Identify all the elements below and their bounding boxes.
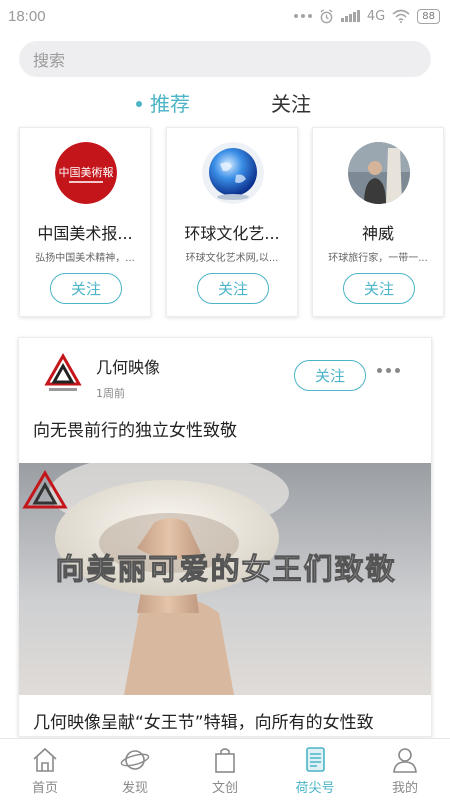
post-caption[interactable]: 几何映像呈献“女王节”特辑，向所有的女性致 [33, 708, 423, 733]
nav-mine[interactable]: 我的 [360, 739, 450, 800]
image-overlay-text: 向美丽可爱的女王们致敬 [55, 552, 396, 586]
battery-indicator: 88 [417, 8, 440, 24]
network-type: 4G [366, 8, 386, 24]
post-card[interactable]: 几何映像 1周前 关注 向无畏前行的独立女性致敬 向美丽可爱的女王们致敬 几何映… [18, 337, 432, 737]
signal-icon [340, 10, 360, 22]
bottom-nav: 首页 发现 文创 荷尖号 我的 [0, 738, 450, 800]
nav-label: 我的 [391, 781, 418, 796]
nav-home[interactable]: 首页 [0, 739, 90, 800]
more-options-icon[interactable] [377, 368, 400, 373]
follow-button[interactable]: 关注 [50, 273, 122, 304]
active-tab-indicator [136, 101, 142, 107]
nav-label: 荷尖号 [295, 781, 335, 796]
card-name: 中国美术报... [37, 224, 133, 243]
follow-button[interactable]: 关注 [197, 273, 269, 304]
home-icon [33, 747, 57, 772]
recommend-card[interactable]: 中国美術報 中国美术报... 弘扬中国美术精神，... 关注 [19, 127, 151, 317]
status-time: 18:00 [8, 7, 46, 25]
follow-button[interactable]: 关注 [343, 273, 415, 304]
author-name[interactable]: 几何映像 [96, 354, 160, 378]
card-name: 神威 [361, 224, 394, 243]
nav-label: 文创 [211, 781, 238, 796]
avatar-logo-text: 中国美術報 [59, 166, 114, 179]
status-bar: 18:00 4G 88 [0, 0, 450, 32]
card-description: 弘扬中国美术精神，... [35, 253, 135, 264]
post-title[interactable]: 向无畏前行的独立女性致敬 [33, 416, 237, 441]
post-time: 1周前 [96, 387, 125, 400]
avatar [348, 142, 410, 204]
document-icon [306, 747, 325, 772]
search-input[interactable]: 搜索 [19, 41, 431, 77]
wifi-icon [392, 9, 410, 23]
card-description: 环球旅行家，一带一... [328, 253, 428, 264]
planet-icon [120, 750, 150, 770]
avatar [202, 142, 264, 204]
more-notifications-icon [293, 14, 312, 18]
follow-button[interactable]: 关注 [294, 360, 366, 391]
nav-hejianhao[interactable]: 荷尖号 [270, 739, 360, 800]
nav-label: 首页 [31, 781, 58, 796]
tab-following[interactable]: 关注 [271, 88, 311, 120]
card-name: 环球文化艺... [184, 224, 280, 243]
tab-recommend[interactable]: 推荐 [150, 88, 190, 120]
post-cover-image[interactable]: 向美丽可爱的女王们致敬 [19, 463, 431, 695]
nav-label: 发现 [121, 781, 148, 796]
tab-bar: 推荐 关注 [0, 88, 450, 120]
alarm-icon [320, 8, 333, 23]
user-icon [393, 748, 417, 773]
author-avatar[interactable] [41, 352, 85, 396]
avatar: 中国美術報 [55, 142, 117, 204]
bag-icon [215, 748, 235, 773]
search-placeholder: 搜索 [33, 51, 66, 70]
status-icons: 4G 88 [293, 8, 440, 24]
recommend-card[interactable]: 神威 环球旅行家，一带一... 关注 [312, 127, 444, 317]
card-description: 环球文化艺术网,以... [185, 253, 279, 264]
recommend-cards: 中国美術報 中国美术报... 弘扬中国美术精神，... 关注 环球文化艺... … [0, 125, 450, 321]
nav-discover[interactable]: 发现 [90, 739, 180, 800]
nav-creative[interactable]: 文创 [180, 739, 270, 800]
recommend-card[interactable]: 环球文化艺... 环球文化艺术网,以... 关注 [166, 127, 298, 317]
